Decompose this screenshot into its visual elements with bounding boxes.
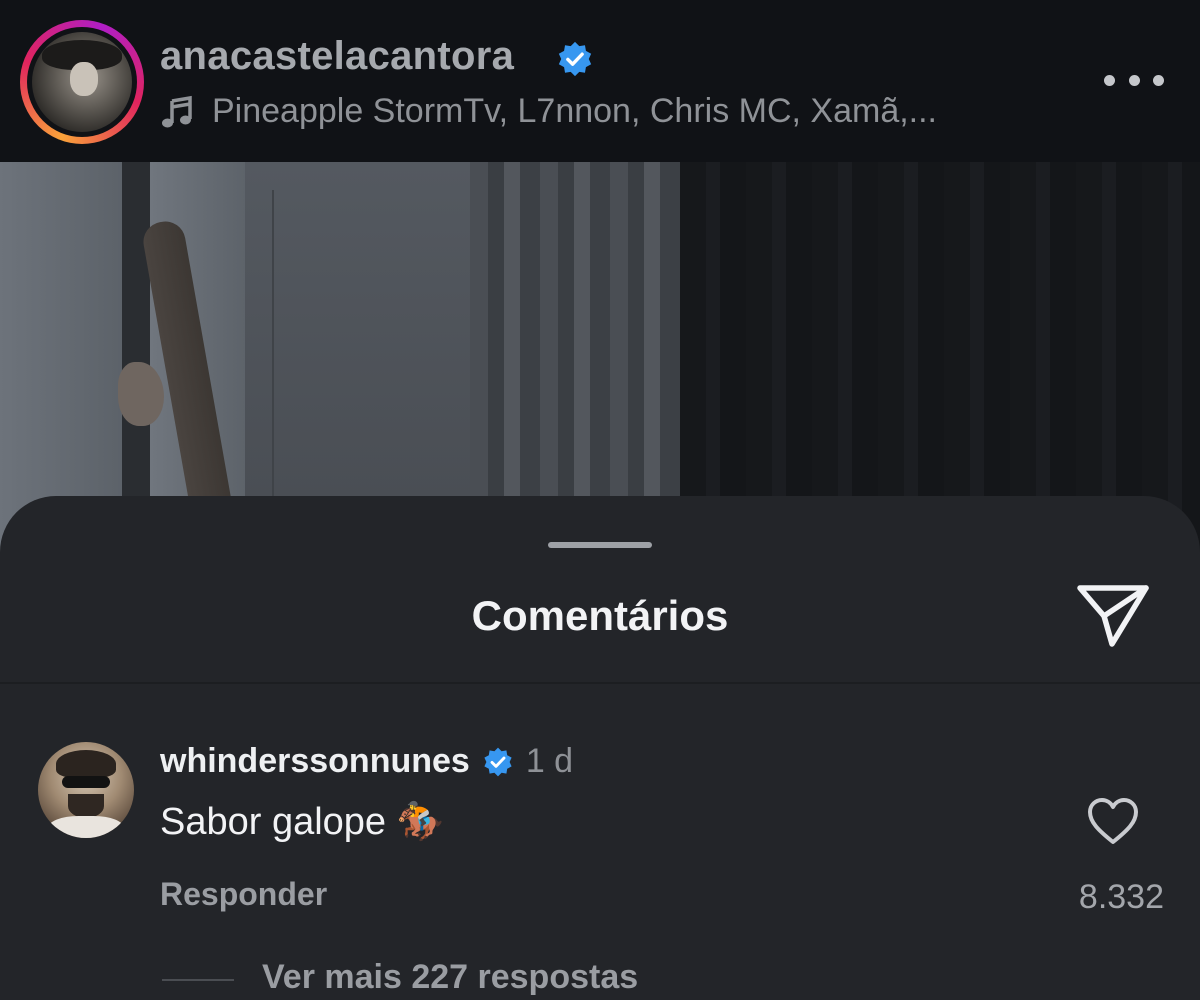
- post-username[interactable]: anacastelacantora: [160, 34, 514, 79]
- like-count: 8.332: [1078, 878, 1164, 916]
- commenter-avatar[interactable]: [38, 742, 134, 838]
- view-replies-button[interactable]: Ver mais 227 respostas: [262, 958, 638, 997]
- comment-timestamp: 1 d: [525, 742, 574, 780]
- audio-track[interactable]: Pineapple StormTv, L7nnon, Chris MC, Xam…: [160, 92, 937, 131]
- more-options-icon[interactable]: [1104, 70, 1164, 90]
- post-header: anacastelacantora Pineapple StormTv, L7n…: [0, 0, 1200, 162]
- avatar-inner-ring: [27, 27, 137, 137]
- reply-button[interactable]: Responder: [160, 876, 327, 913]
- verified-badge-icon: [484, 747, 512, 776]
- heart-icon[interactable]: [1086, 796, 1140, 846]
- commenter-username[interactable]: whinderssonnunes: [160, 742, 470, 781]
- replies-divider-line: [162, 979, 234, 981]
- avatar-photo: [32, 32, 132, 132]
- comment-text: Sabor galope 🏇: [160, 801, 444, 843]
- sheet-drag-handle[interactable]: [548, 542, 652, 548]
- more-dot: [1153, 74, 1164, 86]
- more-dot: [1128, 74, 1140, 86]
- sheet-title: Comentários: [471, 592, 729, 639]
- sheet-divider: [0, 682, 1200, 684]
- avatar-face: [70, 62, 98, 96]
- profile-avatar[interactable]: [20, 20, 144, 144]
- more-dot: [1104, 74, 1115, 86]
- music-note-icon: [162, 95, 192, 127]
- avatar-hair: [56, 750, 116, 778]
- comments-sheet: Comentários whinderssonnunes 1 d Sabor g…: [0, 496, 1200, 1000]
- audio-track-label: Pineapple StormTv, L7nnon, Chris MC, Xam…: [212, 92, 938, 130]
- avatar-beard: [68, 794, 104, 818]
- verified-badge-icon: [558, 41, 592, 77]
- comment-header: whinderssonnunes 1 d: [160, 742, 573, 781]
- avatar-shirt: [48, 816, 124, 838]
- send-icon[interactable]: [1074, 578, 1152, 650]
- avatar-sunglasses: [62, 776, 110, 788]
